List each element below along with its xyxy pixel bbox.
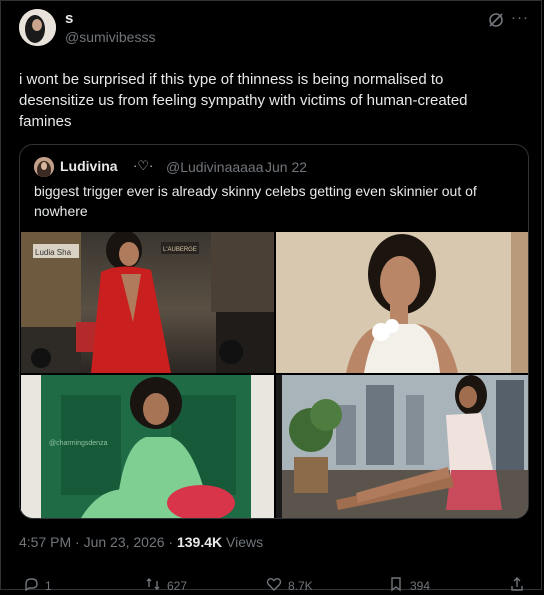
photo-1-sign: Ludia Sha (35, 248, 72, 257)
quote-separator: · (255, 159, 260, 175)
photo-3[interactable]: @charmingsdenza (21, 375, 274, 518)
like-button[interactable]: 8.7K (266, 576, 313, 595)
grok-icon[interactable] (487, 11, 505, 29)
reply-icon (23, 576, 39, 595)
share-icon (509, 576, 525, 595)
quote-author-name[interactable]: Ludivina (60, 158, 118, 174)
author-handle[interactable]: @sumivibesss (65, 29, 155, 45)
views-label: Views (222, 534, 264, 550)
quote-name-emoji: ·♡· (133, 158, 154, 173)
tweet-text: i wont be surprised if this type of thin… (19, 71, 468, 130)
quote-text: biggest trigger ever is already skinny c… (34, 183, 477, 219)
photo-1[interactable]: Ludia Sha L'AUBERGE (21, 232, 274, 373)
avatar[interactable] (19, 9, 56, 46)
photo-2[interactable] (276, 232, 528, 373)
repost-count: 627 (167, 578, 188, 593)
quote-author-handle[interactable]: @Ludivinaaaaa (166, 159, 264, 175)
quote-avatar[interactable] (34, 157, 54, 177)
photo-1-sign-2: L'AUBERGE (163, 247, 197, 253)
bookmark-icon (388, 576, 404, 595)
share-button[interactable] (509, 576, 525, 595)
like-count: 8.7K (288, 578, 313, 593)
quoted-tweet[interactable]: Ludivina ·♡· @Ludivinaaaaa · Jun 22 bigg… (19, 144, 529, 519)
repost-icon (145, 576, 161, 595)
quote-date[interactable]: Jun 22 (265, 159, 307, 175)
author-name[interactable]: s (65, 10, 73, 27)
reply-button[interactable]: 1 (23, 576, 52, 595)
views-count: 139.4K (176, 534, 223, 550)
tweet-meta: 4:57 PM · Jun 23, 2026 · 139.4K Views (19, 534, 263, 550)
timestamp[interactable]: 4:57 PM · Jun 23, 2026 · (19, 534, 177, 550)
photo-3-watermark: @charmingsdenza (49, 440, 108, 447)
heart-icon (266, 576, 282, 595)
bookmark-button[interactable]: 394 (388, 576, 430, 595)
action-bar: 1 627 8.7K 394 (1, 574, 543, 593)
more-icon[interactable]: ··· (511, 9, 529, 26)
photo-4[interactable] (276, 375, 528, 518)
reply-count: 1 (45, 578, 52, 593)
repost-button[interactable]: 627 (145, 576, 187, 595)
bookmark-count: 394 (410, 578, 431, 593)
tweet: s @sumivibesss ··· i wont be surprised i… (0, 0, 543, 593)
